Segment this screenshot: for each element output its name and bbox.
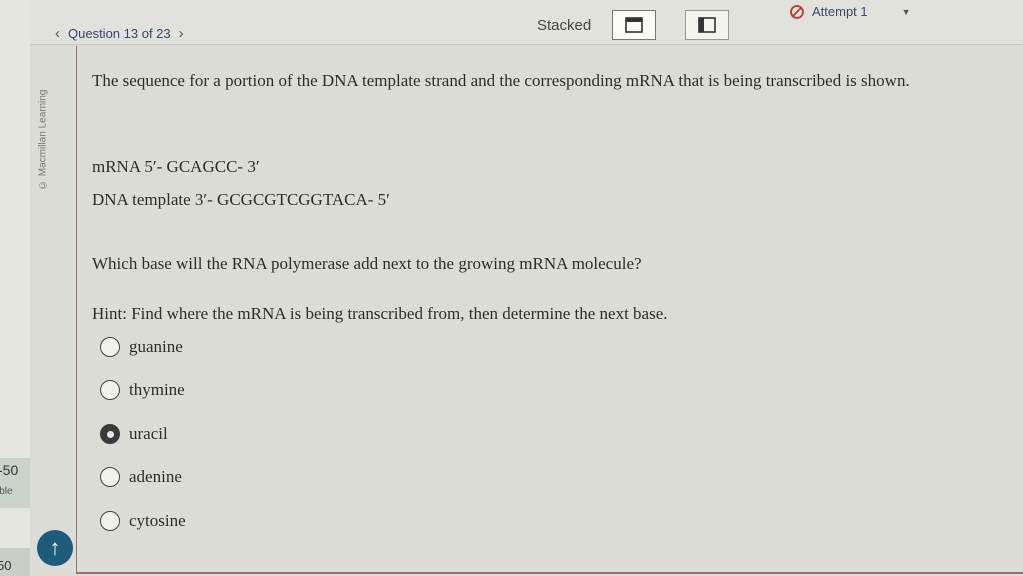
mrna-sequence: mRNA 5′- GCAGCC- 3′ (92, 157, 260, 176)
radio-button[interactable] (100, 337, 120, 357)
radio-button[interactable] (100, 511, 120, 531)
option-label: thymine (129, 380, 185, 399)
option-adenine[interactable]: adenine (100, 467, 182, 487)
option-cytosine[interactable]: cytosine (100, 511, 186, 531)
radio-button[interactable] (100, 380, 120, 400)
view-mode-label: Stacked (537, 17, 592, 34)
option-label: uracil (129, 424, 168, 443)
chevron-right-icon[interactable]: › (179, 25, 184, 42)
brand-watermark: © Macmillan Learning (37, 89, 49, 191)
hint-text: Hint: Find where the mRNA is being trans… (92, 304, 668, 323)
scroll-up-button[interactable]: ↑ (37, 530, 73, 566)
score-badge: -50 ible (0, 458, 30, 508)
question-navigation: ‹ Question 13 of 23 › (55, 25, 184, 42)
option-thymine[interactable]: thymine (100, 380, 185, 400)
radio-button-selected[interactable] (100, 424, 120, 444)
no-entry-icon (790, 4, 804, 19)
attempt-selector[interactable]: Attempt 1 ▼ (790, 4, 911, 19)
option-uracil[interactable]: uracil (100, 424, 168, 444)
dna-template-sequence: DNA template 3′- GCGCGTCGGTACA- 5′ (92, 190, 390, 209)
option-guanine[interactable]: guanine (100, 337, 183, 357)
arrow-up-icon: ↑ (49, 535, 61, 560)
attempt-label: Attempt 1 (812, 4, 868, 19)
option-label: guanine (129, 337, 183, 356)
score-value: -50 (0, 462, 19, 478)
score2-value: 50 (0, 558, 12, 573)
caret-down-icon: ▼ (901, 6, 911, 17)
option-label: cytosine (129, 511, 186, 530)
score-label: ible (0, 486, 13, 497)
chevron-left-icon[interactable]: ‹ (55, 25, 60, 42)
stacked-layout-icon (625, 17, 643, 33)
question-text: Which base will the RNA polymerase add n… (92, 254, 642, 273)
side-by-side-view-button[interactable] (685, 10, 729, 40)
question-prompt: The sequence for a portion of the DNA te… (92, 71, 910, 90)
radio-button[interactable] (100, 467, 120, 487)
side-by-side-layout-icon (698, 17, 716, 33)
option-label: adenine (129, 467, 182, 486)
question-counter: Question 13 of 23 (68, 26, 171, 41)
stacked-view-button[interactable] (612, 10, 656, 40)
score-badge-2: 50 (0, 548, 30, 576)
